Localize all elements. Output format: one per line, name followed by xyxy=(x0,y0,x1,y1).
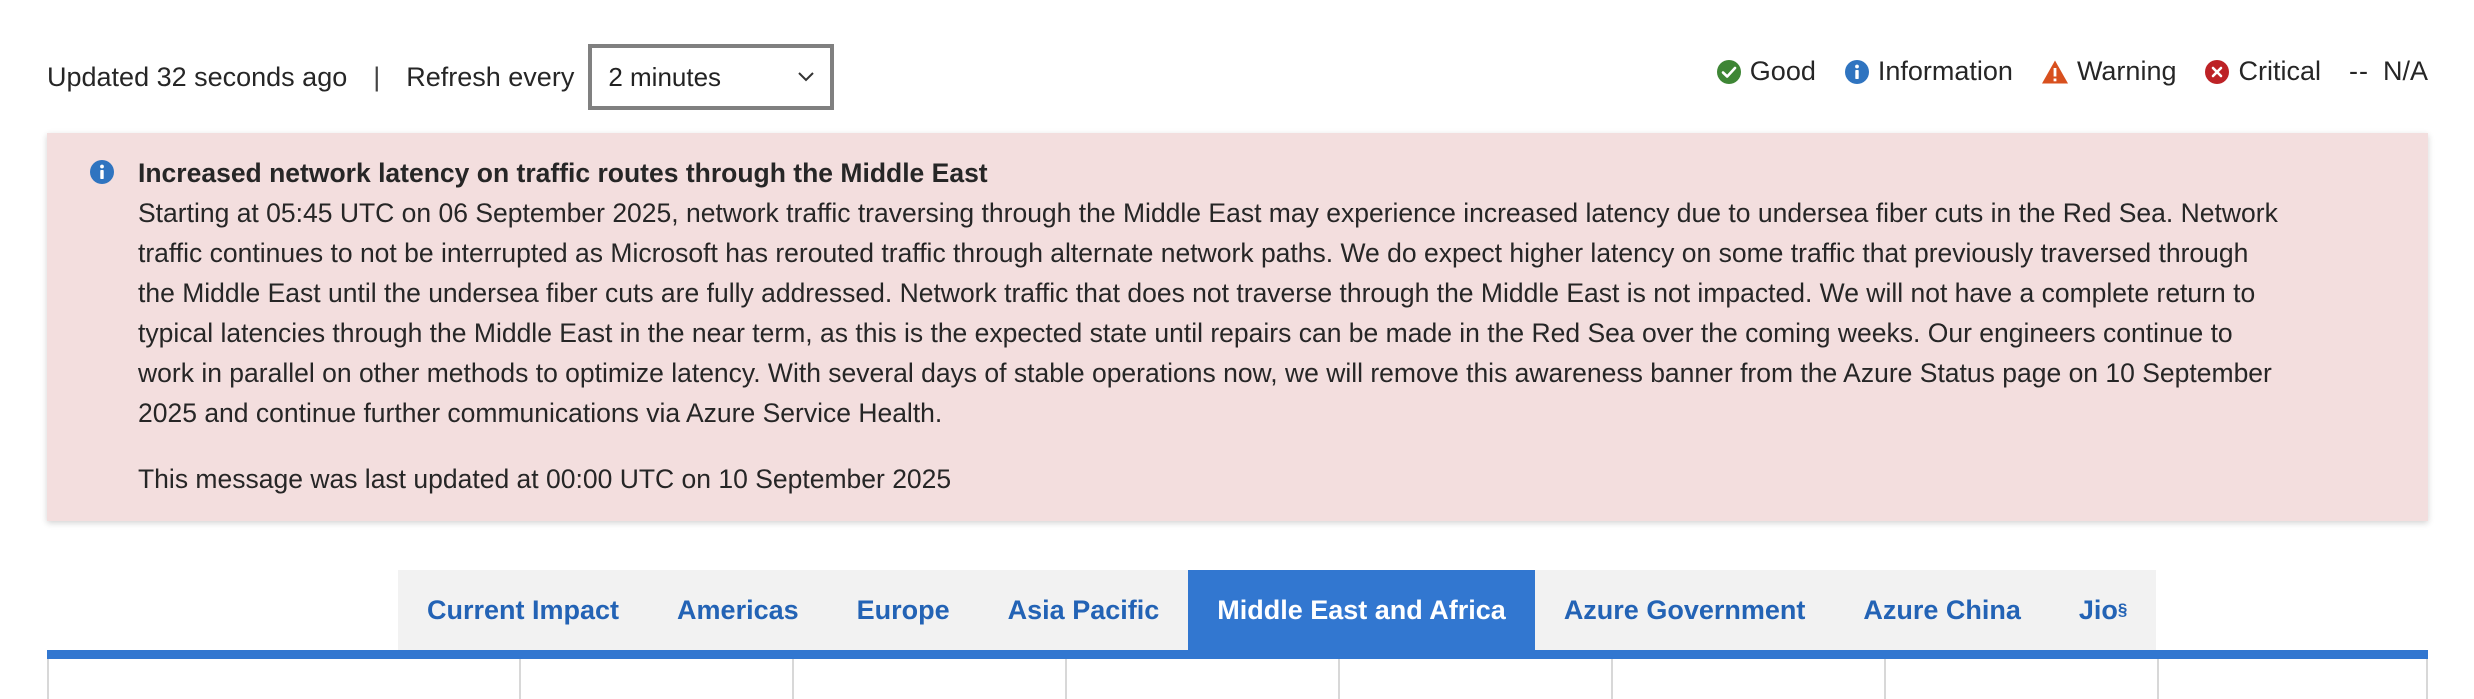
banner-body-line: traffic continues to not be interrupted … xyxy=(138,238,2249,268)
table-column-divider xyxy=(792,659,794,699)
info-circle-icon xyxy=(90,160,114,184)
refresh-selected-value: 2 minutes xyxy=(608,61,722,92)
status-bar: Updated 32 seconds ago | Refresh every 2… xyxy=(47,44,835,110)
tab-label: Americas xyxy=(677,594,799,625)
legend-critical: Critical xyxy=(2204,56,2321,87)
x-circle-icon xyxy=(2205,59,2230,84)
legend-warning: Warning xyxy=(2041,56,2177,87)
legend-information-label: Information xyxy=(1877,56,2013,86)
tab-americas[interactable]: Americas xyxy=(648,570,828,650)
tab-label: Europe xyxy=(856,594,950,625)
tab-label: Azure Government xyxy=(1563,594,1806,625)
refresh-interval-select[interactable]: 2 minutes xyxy=(588,44,835,110)
legend-information: Information xyxy=(1844,56,2013,87)
legend-good: Good xyxy=(1716,56,1816,87)
table-column-divider xyxy=(1338,659,1340,699)
tab-azure-government[interactable]: Azure Government xyxy=(1535,570,1835,650)
table-column-divider xyxy=(1611,659,1613,699)
updated-text: Updated 32 seconds ago xyxy=(47,61,348,92)
region-tabs: Current Impact Americas Europe Asia Paci… xyxy=(398,570,2157,650)
legend-critical-label: Critical xyxy=(2238,56,2321,86)
tab-current-impact[interactable]: Current Impact xyxy=(398,570,648,650)
legend-good-label: Good xyxy=(1749,56,1816,86)
banner-body-line: the Middle East until the undersea fiber… xyxy=(138,278,2256,308)
legend-na-label: N/A xyxy=(2382,56,2428,86)
footnote-mark: § xyxy=(2117,600,2128,619)
table-column-divider xyxy=(519,659,521,699)
legend-warning-label: Warning xyxy=(2076,56,2177,86)
banner-body-line: Starting at 05:45 UTC on 06 September 20… xyxy=(138,198,2278,228)
banner-body-line: work in parallel on other methods to opt… xyxy=(138,358,2272,388)
table-column-divider xyxy=(1884,659,1886,699)
tab-middle-east-and-africa[interactable]: Middle East and Africa xyxy=(1188,570,1535,650)
banner-last-updated: This message was last updated at 00:00 U… xyxy=(138,464,952,494)
tab-underline xyxy=(47,650,2428,659)
chevron-down-icon xyxy=(796,67,816,87)
separator: | xyxy=(373,61,381,92)
tab-label: Azure China xyxy=(1863,594,2021,625)
tab-jio[interactable]: Jio § xyxy=(2050,570,2156,650)
banner-body-line: 2025 and continue further communications… xyxy=(138,398,943,428)
refresh-label: Refresh every xyxy=(406,61,575,92)
banner-title: Increased network latency on traffic rou… xyxy=(138,158,988,188)
tab-label: Jio xyxy=(2078,594,2118,625)
tab-label: Middle East and Africa xyxy=(1217,594,1506,625)
tab-asia-pacific[interactable]: Asia Pacific xyxy=(979,570,1189,650)
tab-label: Asia Pacific xyxy=(1007,594,1160,625)
banner-body: Starting at 05:45 UTC on 06 September 20… xyxy=(138,193,2308,433)
warning-triangle-icon xyxy=(2041,60,2068,83)
table-column-divider xyxy=(2157,659,2159,699)
tab-label: Current Impact xyxy=(427,594,620,625)
banner-body-line: typical latencies through the Middle Eas… xyxy=(138,318,2233,348)
status-table xyxy=(47,659,2428,699)
table-column-divider xyxy=(1065,659,1067,699)
check-circle-icon xyxy=(1716,59,1741,84)
info-circle-icon xyxy=(1844,59,1869,84)
status-legend: Good Information Warning Critical -- N/A xyxy=(1716,56,2428,87)
alert-banner: Increased network latency on traffic rou… xyxy=(47,133,2428,521)
legend-na: -- N/A xyxy=(2349,56,2428,87)
tab-europe[interactable]: Europe xyxy=(828,570,979,650)
na-symbol: -- xyxy=(2349,56,2369,86)
tab-azure-china[interactable]: Azure China xyxy=(1834,570,2050,650)
